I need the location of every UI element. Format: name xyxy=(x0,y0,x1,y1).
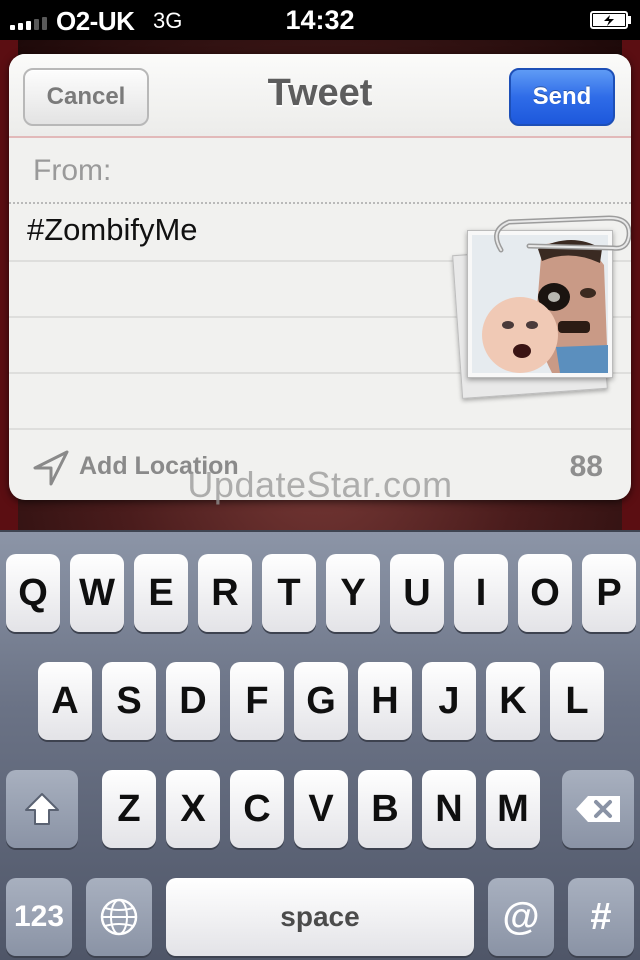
globe-icon xyxy=(100,898,138,936)
at-key[interactable]: @ xyxy=(488,878,554,956)
key-g[interactable]: G xyxy=(294,662,348,740)
key-d[interactable]: D xyxy=(166,662,220,740)
numbers-key[interactable]: 123 xyxy=(6,878,72,956)
battery-charging-icon xyxy=(590,11,631,29)
key-a[interactable]: A xyxy=(38,662,92,740)
key-w[interactable]: W xyxy=(70,554,124,632)
key-c[interactable]: C xyxy=(230,770,284,848)
delete-key[interactable] xyxy=(562,770,634,848)
on-screen-keyboard: Q W E R T Y U I O P A S D F G H J K L Z … xyxy=(0,530,640,960)
numbers-key-label: 123 xyxy=(13,900,65,933)
key-b[interactable]: B xyxy=(358,770,412,848)
at-key-label: @ xyxy=(502,895,540,938)
key-x[interactable]: X xyxy=(166,770,220,848)
key-t[interactable]: T xyxy=(262,554,316,632)
send-button[interactable]: Send xyxy=(509,68,615,126)
key-e[interactable]: E xyxy=(134,554,188,632)
key-n[interactable]: N xyxy=(422,770,476,848)
paperclip-icon xyxy=(494,215,631,253)
key-k[interactable]: K xyxy=(486,662,540,740)
hash-key[interactable]: # xyxy=(568,878,634,956)
key-s[interactable]: S xyxy=(102,662,156,740)
key-i[interactable]: I xyxy=(454,554,508,632)
key-u[interactable]: U xyxy=(390,554,444,632)
key-q[interactable]: Q xyxy=(6,554,60,632)
from-field[interactable]: From: xyxy=(9,140,631,204)
space-key[interactable]: space xyxy=(166,878,474,956)
globe-key[interactable] xyxy=(86,878,152,956)
status-time: 14:32 xyxy=(285,5,355,35)
tweet-compose-sheet: Cancel Tweet Send From: #ZombifyMe Add L… xyxy=(9,54,631,500)
shift-key[interactable] xyxy=(6,770,78,848)
key-y[interactable]: Y xyxy=(326,554,380,632)
shift-arrow-icon xyxy=(25,793,59,825)
key-o[interactable]: O xyxy=(518,554,572,632)
from-label: From: xyxy=(33,154,112,187)
key-m[interactable]: M xyxy=(486,770,540,848)
backspace-icon xyxy=(576,796,620,822)
key-j[interactable]: J xyxy=(422,662,476,740)
key-r[interactable]: R xyxy=(198,554,252,632)
key-f[interactable]: F xyxy=(230,662,284,740)
watermark-text: UpdateStar.com xyxy=(187,464,453,505)
tweet-text: #ZombifyMe xyxy=(27,212,198,247)
key-z[interactable]: Z xyxy=(102,770,156,848)
sheet-header: Cancel Tweet Send xyxy=(9,54,631,138)
key-p[interactable]: P xyxy=(582,554,636,632)
hash-key-label: # xyxy=(590,895,612,938)
key-l[interactable]: L xyxy=(550,662,604,740)
key-h[interactable]: H xyxy=(358,662,412,740)
status-bar: O2-UK 3G 14:32 xyxy=(0,0,640,40)
key-v[interactable]: V xyxy=(294,770,348,848)
